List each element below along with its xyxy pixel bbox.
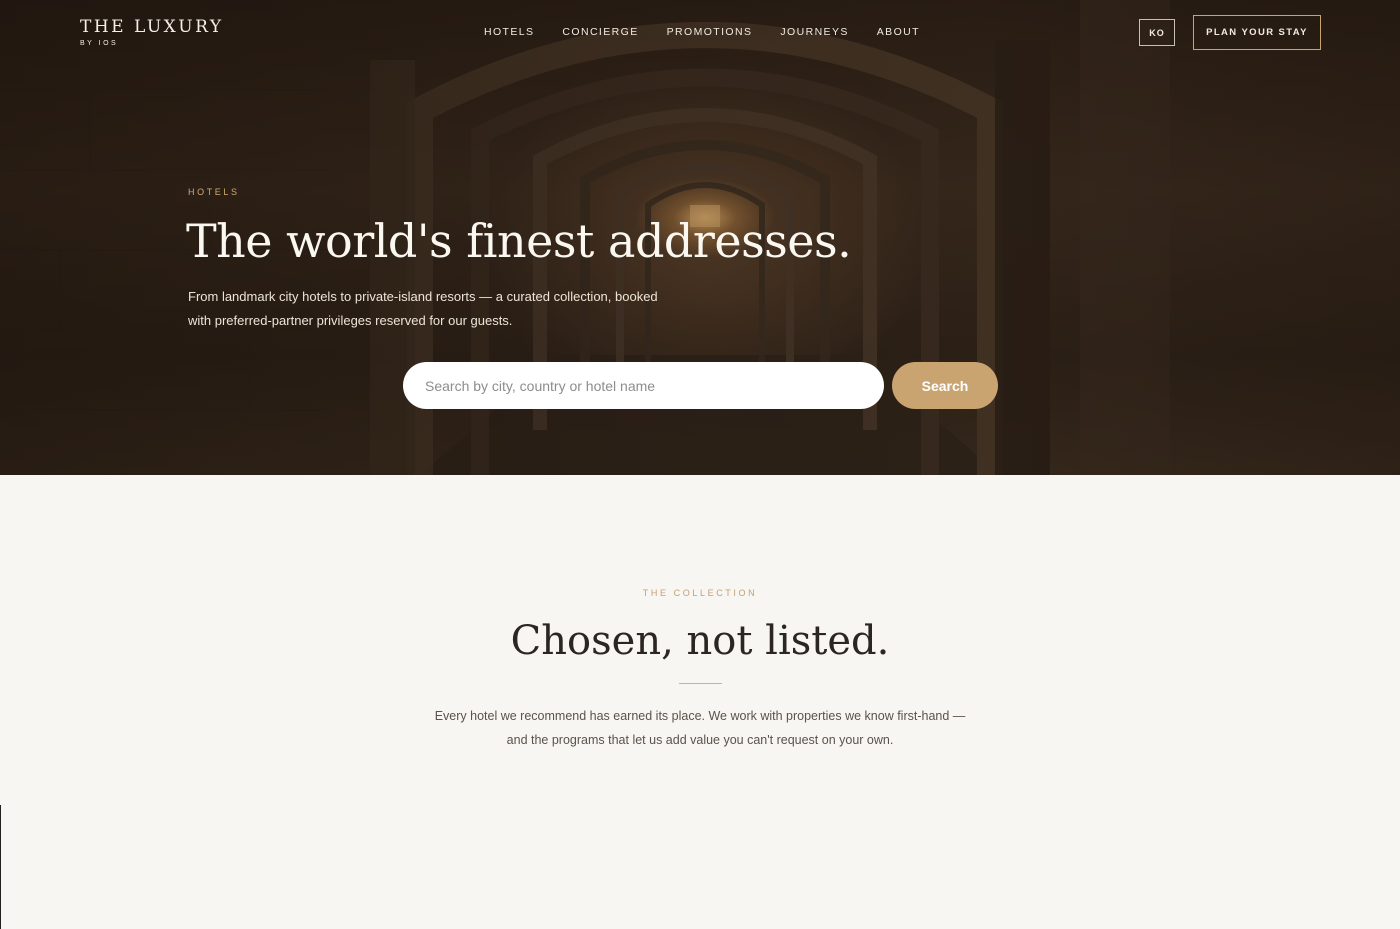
brand-subtitle: BY IOS — [80, 40, 119, 47]
collection-title: Chosen, not listed. — [510, 618, 890, 664]
collection-divider — [679, 683, 722, 684]
hero-eyebrow: HOTELS — [188, 187, 240, 197]
search-button[interactable]: Search — [892, 362, 998, 409]
nav-item-hotels[interactable]: HOTELS — [484, 25, 534, 39]
plan-your-stay-button[interactable]: PLAN YOUR STAY — [1193, 15, 1321, 50]
nav-item-about[interactable]: ABOUT — [877, 25, 920, 39]
search-input[interactable] — [403, 362, 884, 409]
nav-item-concierge[interactable]: CONCIERGE — [562, 25, 638, 39]
window-edge — [0, 805, 1, 929]
collection-description: Every hotel we recommend has earned its … — [434, 709, 966, 747]
main-nav: HOTELS CONCIERGE PROMOTIONS JOURNEYS ABO… — [484, 25, 948, 39]
language-toggle-button[interactable]: KO — [1139, 19, 1175, 46]
brand-name: THE LUXURY — [80, 17, 224, 37]
hero-description: From landmark city hotels to private-isl… — [188, 289, 658, 328]
brand-logo[interactable]: THE LUXURY BY IOS — [80, 17, 224, 47]
hero-title: The world's finest addresses. — [186, 214, 852, 268]
collection-section: THE COLLECTION Chosen, not listed. Every… — [0, 475, 1400, 929]
nav-item-journeys[interactable]: JOURNEYS — [780, 25, 848, 39]
nav-item-promotions[interactable]: PROMOTIONS — [667, 25, 753, 39]
collection-eyebrow: THE COLLECTION — [642, 588, 758, 598]
